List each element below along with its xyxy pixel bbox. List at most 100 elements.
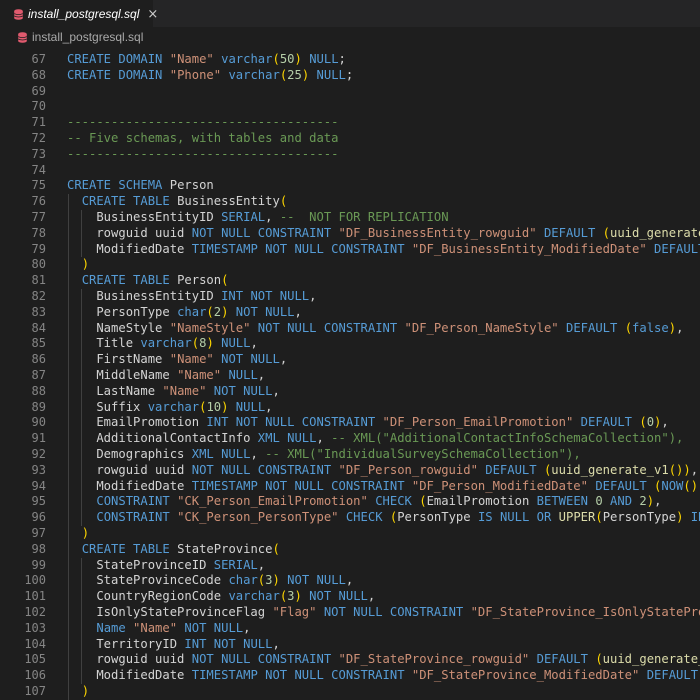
line-number: 78 — [31, 225, 46, 240]
line-number: 79 — [31, 241, 46, 256]
code-token: CREATE DOMAIN — [67, 52, 170, 66]
code-text: CountryRegionCode varchar(3) NOT NULL, — [67, 589, 375, 605]
code-line[interactable]: 87 MiddleName "Name" NULL, — [0, 368, 700, 384]
code-line[interactable]: 100 StateProvinceCode char(3) NOT NULL, — [0, 573, 700, 590]
code-token: "NameStyle" — [169, 320, 258, 335]
code-line[interactable]: 106 ModifiedDate TIMESTAMP NOT NULL CONS… — [0, 668, 700, 684]
code-line[interactable]: 107 ) — [0, 684, 700, 700]
code-line[interactable]: 77 BusinessEntityID SERIAL, -- NOT FOR R… — [0, 210, 700, 226]
code-line[interactable]: 89 Suffix varchar(10) NULL, — [0, 399, 700, 416]
code-line[interactable]: 86 FirstName "Name" NOT NULL, — [0, 352, 700, 368]
code-line[interactable]: 92 Demographics XML NULL, -- XML("Indivi… — [0, 447, 700, 463]
code-token: NOW — [661, 478, 684, 493]
code-token: ( — [639, 415, 647, 430]
code-token: ( — [602, 225, 610, 240]
code-line[interactable]: 85 Title varchar(8) NULL, — [0, 336, 700, 353]
line-number: 101 — [24, 589, 46, 604]
code-text: LastName "Name" NOT NULL, — [67, 384, 279, 400]
code-token: ( — [221, 273, 229, 288]
code-token: TIMESTAMP NOT NULL CONSTRAINT — [191, 478, 412, 493]
code-token: CountryRegionCode — [67, 589, 229, 604]
line-number: 76 — [31, 194, 46, 209]
code-token: UPPER — [558, 510, 596, 525]
code-line[interactable]: 95 CONSTRAINT "CK_Person_EmailPromotion"… — [0, 494, 700, 511]
code-line[interactable]: 93 rowguid uuid NOT NULL CONSTRAINT "DF_… — [0, 462, 700, 479]
code-token: CONSTRAINT — [96, 494, 178, 509]
code-line[interactable]: 96 CONSTRAINT "CK_Person_PersonType" CHE… — [0, 510, 700, 526]
code-line[interactable]: 73 ------------------------------------- — [0, 147, 700, 163]
code-token: ( — [419, 494, 427, 509]
line-number: 94 — [31, 478, 46, 493]
breadcrumb-file[interactable]: install_postgresql.sql — [32, 30, 143, 44]
code-line[interactable]: 90 EmailPromotion INT NOT NULL CONSTRAIN… — [0, 415, 700, 432]
code-line[interactable]: 75 CREATE SCHEMA Person — [0, 178, 700, 194]
code-text: CREATE TABLE Person( — [67, 273, 229, 289]
code-token: ) — [646, 494, 655, 509]
code-line[interactable]: 84 NameStyle "NameStyle" NOT NULL CONSTR… — [0, 320, 700, 337]
code-text: ) — [67, 684, 89, 700]
code-text: StateProvinceCode char(3) NOT NULL, — [67, 573, 353, 589]
code-line[interactable]: 81 CREATE TABLE Person( — [0, 273, 700, 289]
code-line[interactable]: 101 CountryRegionCode varchar(3) NOT NUL… — [0, 589, 700, 605]
line-number: 80 — [31, 257, 46, 272]
code-token: varchar — [221, 52, 273, 66]
code-text: BusinessEntityID SERIAL, -- NOT FOR REPL… — [67, 210, 448, 226]
code-token: , — [265, 210, 280, 224]
code-line[interactable]: 91 AdditionalContactInfo XML NULL, -- XM… — [0, 431, 700, 447]
code-token: rowguid uuid — [67, 462, 192, 477]
code-line[interactable]: 80 ) — [0, 257, 700, 274]
code-line[interactable]: 104 TerritoryID INT NOT NULL, — [0, 636, 700, 653]
code-line[interactable]: 70 — [0, 99, 700, 115]
code-token: PersonType — [602, 510, 677, 525]
code-line[interactable]: 67 CREATE DOMAIN "Name" varchar(50) NULL; — [0, 52, 700, 68]
code-line[interactable]: 76 CREATE TABLE BusinessEntity( — [0, 194, 700, 210]
code-token: CREATE TABLE — [81, 273, 178, 288]
code-line[interactable]: 105 rowguid uuid NOT NULL CONSTRAINT "DF… — [0, 652, 700, 669]
code-token: rowguid uuid — [67, 225, 192, 240]
code-token: 25 — [287, 67, 302, 82]
line-number: 104 — [24, 636, 46, 651]
close-icon[interactable]: × — [147, 8, 158, 21]
code-token: varchar — [140, 336, 192, 351]
code-line[interactable]: 79 ModifiedDate TIMESTAMP NOT NULL CONST… — [0, 241, 700, 258]
code-line[interactable]: 72 -- Five schemas, with tables and data — [0, 131, 700, 147]
code-line[interactable]: 99 StateProvinceID SERIAL, — [0, 557, 700, 574]
code-editor[interactable]: 67 CREATE DOMAIN "Name" varchar(50) NULL;… — [0, 47, 700, 700]
code-line[interactable]: 94 ModifiedDate TIMESTAMP NOT NULL CONST… — [0, 478, 700, 495]
code-line[interactable]: 74 — [0, 163, 700, 179]
breadcrumb: install_postgresql.sql — [0, 27, 700, 47]
code-line[interactable]: 71 ------------------------------------- — [0, 115, 700, 131]
code-token: "DF_Person_rowguid" — [338, 462, 486, 477]
code-token: "DF_Person_ModifiedDate" — [411, 478, 596, 493]
code-token: NOT NULL CONSTRAINT — [323, 605, 471, 619]
code-text: NameStyle "NameStyle" NOT NULL CONSTRAIN… — [67, 321, 683, 337]
code-token: FirstName — [67, 352, 170, 367]
code-token: 0 — [646, 415, 655, 430]
line-number: 86 — [31, 352, 46, 367]
code-line[interactable]: 82 BusinessEntityID INT NOT NULL, — [0, 289, 700, 305]
code-token: NULL — [213, 336, 251, 351]
code-token: () — [668, 462, 684, 477]
code-lines[interactable]: 67 CREATE DOMAIN "Name" varchar(50) NULL;… — [0, 47, 700, 700]
code-line[interactable]: 88 LastName "Name" NOT NULL, — [0, 383, 700, 400]
code-line[interactable]: 69 — [0, 84, 700, 100]
code-line[interactable]: 103 Name "Name" NOT NULL, — [0, 620, 700, 637]
code-token: PersonType — [67, 304, 178, 319]
code-token: BusinessEntityID — [67, 289, 222, 303]
code-token: DEFAULT — [485, 462, 544, 477]
line-number: 88 — [31, 383, 46, 398]
code-token: () — [683, 478, 699, 493]
code-line[interactable]: 68 CREATE DOMAIN "Phone" varchar(25) NULL… — [0, 68, 700, 84]
code-token: ) — [294, 589, 302, 604]
code-token: ) — [206, 336, 214, 351]
code-line[interactable]: 98 CREATE TABLE StateProvince( — [0, 541, 700, 558]
code-line[interactable]: 83 PersonType char(2) NOT NULL, — [0, 304, 700, 321]
code-token: DEFAULT — [595, 478, 655, 493]
code-line[interactable]: 78 rowguid uuid NOT NULL CONSTRAINT "DF_… — [0, 225, 700, 242]
code-token: ) — [81, 526, 90, 540]
code-line[interactable]: 97 ) — [0, 526, 700, 542]
code-token: INT NOT NULL CONSTRAINT — [206, 415, 383, 430]
tab-install-postgresql[interactable]: install_postgresql.sql × — [0, 0, 158, 27]
code-line[interactable]: 102 IsOnlyStateProvinceFlag "Flag" NOT N… — [0, 605, 700, 621]
